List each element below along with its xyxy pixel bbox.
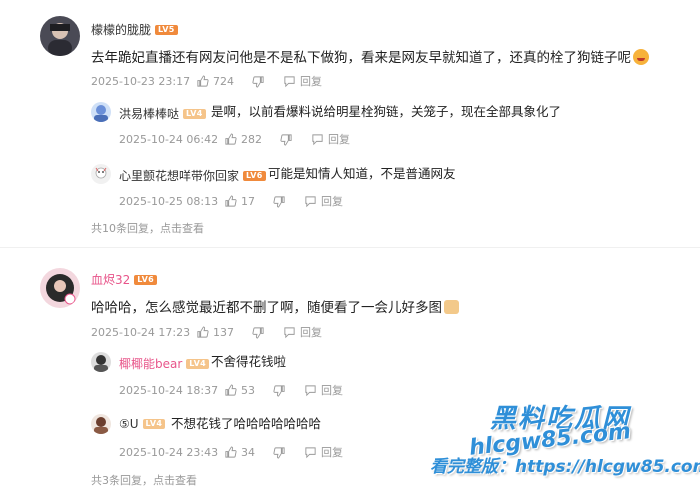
reply-text: 不想花钱了哈哈哈哈哈哈哈 bbox=[171, 416, 322, 431]
dislike-button[interactable] bbox=[273, 384, 286, 397]
reply-button[interactable]: 回复 bbox=[283, 73, 322, 89]
reply-meta: 2025-10-25 08:13 17 回复 bbox=[119, 193, 361, 209]
reply-header: 椰椰能bear LV4 bbox=[119, 355, 209, 372]
dislike-button[interactable] bbox=[252, 75, 265, 88]
emoji-icon bbox=[633, 49, 649, 65]
username[interactable]: 檬檬的胧胧 bbox=[91, 21, 151, 38]
dislike-button[interactable] bbox=[273, 195, 286, 208]
reply-icon bbox=[284, 326, 295, 338]
reply-text: 是啊，以前看爆料说给明星栓狗链，关笼子，现在全部具象化了 bbox=[211, 104, 562, 119]
reply-text: 可能是知情人知道，不是普通网友 bbox=[268, 166, 456, 181]
username[interactable]: 血烬32 bbox=[91, 271, 130, 288]
comment-header: 檬檬的胧胧 LV5 bbox=[91, 21, 178, 38]
avatar[interactable] bbox=[91, 102, 111, 122]
avatar[interactable] bbox=[91, 164, 111, 184]
reply-button[interactable]: 回复 bbox=[304, 444, 343, 460]
like-count: 17 bbox=[241, 194, 255, 208]
reply-icon bbox=[305, 384, 316, 396]
reply-header: ⑤U LV4 bbox=[119, 417, 166, 431]
level-badge: LV6 bbox=[243, 170, 266, 181]
reply-button[interactable]: 回复 bbox=[311, 131, 350, 147]
username[interactable]: 椰椰能bear bbox=[119, 355, 182, 372]
dislike-button[interactable] bbox=[273, 446, 286, 459]
cat-emoji-icon bbox=[444, 300, 459, 314]
reply-header: 心里颤花想咩带你回家 LV6 bbox=[119, 167, 266, 184]
like-button[interactable]: 34 bbox=[224, 446, 255, 459]
comment-text: 哈哈哈，怎么感觉最近都不删了啊，随便看了一会儿好多图 bbox=[91, 298, 459, 318]
dislike-icon bbox=[280, 133, 292, 146]
reply-meta: 2025-10-24 18:37 53 回复 bbox=[119, 382, 361, 398]
like-button[interactable]: 53 bbox=[224, 384, 255, 397]
dislike-icon bbox=[273, 195, 285, 208]
comment-header: 血烬32 LV6 bbox=[91, 271, 157, 288]
dislike-icon bbox=[273, 446, 285, 459]
level-badge: LV4 bbox=[142, 419, 166, 429]
dislike-icon bbox=[252, 75, 264, 88]
like-count: 53 bbox=[241, 383, 255, 397]
comment-meta: 2025-10-23 23:17 724 回复 bbox=[91, 73, 340, 89]
timestamp: 2025-10-23 23:17 bbox=[91, 74, 191, 88]
like-count: 724 bbox=[213, 74, 234, 88]
username[interactable]: 心里颤花想咩带你回家 bbox=[119, 167, 239, 184]
like-count: 34 bbox=[241, 445, 255, 459]
comment-body: 哈哈哈，怎么感觉最近都不删了啊，随便看了一会儿好多图 bbox=[91, 300, 442, 316]
reply-label: 回复 bbox=[300, 326, 322, 339]
like-icon bbox=[225, 194, 237, 207]
reply-button[interactable]: 回复 bbox=[304, 193, 343, 209]
timestamp: 2025-10-24 17:23 bbox=[91, 325, 191, 339]
comment-section: 檬檬的胧胧 LV5 去年跪妃直播还有网友问他是不是私下做狗，看来是网友早就知道了… bbox=[0, 0, 700, 500]
reply-label: 回复 bbox=[321, 446, 343, 459]
reply-icon bbox=[312, 133, 323, 145]
timestamp: 2025-10-24 23:43 bbox=[119, 445, 219, 459]
reply-label: 回复 bbox=[321, 384, 343, 397]
comment-body: 去年跪妃直播还有网友问他是不是私下做狗，看来是网友早就知道了，还真的栓了狗链子呢 bbox=[91, 50, 631, 66]
reply-meta: 2025-10-24 06:42 282 回复 bbox=[119, 131, 368, 147]
like-button[interactable]: 137 bbox=[196, 326, 234, 339]
view-more-replies[interactable]: 共10条回复，点击查看 bbox=[91, 220, 204, 236]
like-icon bbox=[197, 325, 209, 338]
reply-label: 回复 bbox=[300, 75, 322, 88]
divider bbox=[0, 247, 700, 248]
dislike-button[interactable] bbox=[252, 326, 265, 339]
avatar[interactable] bbox=[40, 16, 80, 56]
level-badge: LV4 bbox=[186, 358, 209, 369]
like-button[interactable]: 17 bbox=[224, 195, 255, 208]
like-icon bbox=[225, 132, 237, 145]
comment-meta: 2025-10-24 17:23 137 回复 bbox=[91, 324, 340, 340]
reply-header: 洪易棒棒哒 LV4 bbox=[119, 105, 206, 122]
like-button[interactable]: 724 bbox=[196, 75, 234, 88]
timestamp: 2025-10-25 08:13 bbox=[119, 194, 219, 208]
comment-text: 去年跪妃直播还有网友问他是不是私下做狗，看来是网友早就知道了，还真的栓了狗链子呢 bbox=[91, 48, 649, 68]
timestamp: 2025-10-24 06:42 bbox=[119, 132, 219, 146]
like-icon bbox=[225, 445, 237, 458]
reply-label: 回复 bbox=[321, 195, 343, 208]
username[interactable]: ⑤U bbox=[119, 417, 139, 431]
like-button[interactable]: 282 bbox=[224, 133, 262, 146]
avatar[interactable] bbox=[91, 414, 111, 434]
dislike-icon bbox=[273, 384, 285, 397]
dislike-button[interactable] bbox=[280, 133, 293, 146]
level-badge: LV4 bbox=[183, 108, 206, 119]
like-count: 282 bbox=[241, 132, 262, 146]
avatar[interactable] bbox=[40, 268, 80, 308]
reply-text: 不舍得花钱啦 bbox=[211, 354, 287, 369]
timestamp: 2025-10-24 18:37 bbox=[119, 383, 219, 397]
reply-icon bbox=[284, 75, 295, 87]
reply-label: 回复 bbox=[328, 133, 350, 146]
reply-button[interactable]: 回复 bbox=[283, 324, 322, 340]
dislike-icon bbox=[252, 326, 264, 339]
like-count: 137 bbox=[213, 325, 234, 339]
reply-meta: 2025-10-24 23:43 34 回复 bbox=[119, 444, 361, 460]
view-more-replies[interactable]: 共3条回复，点击查看 bbox=[91, 472, 197, 488]
watermark-url: 看完整版：https://hlcgw85.com bbox=[430, 457, 700, 477]
level-badge: LV6 bbox=[134, 274, 157, 285]
username[interactable]: 洪易棒棒哒 bbox=[119, 105, 179, 122]
like-icon bbox=[225, 383, 237, 396]
like-icon bbox=[197, 74, 209, 87]
avatar[interactable] bbox=[91, 352, 111, 372]
reply-button[interactable]: 回复 bbox=[304, 382, 343, 398]
level-badge: LV5 bbox=[155, 24, 178, 35]
reply-icon bbox=[305, 446, 316, 458]
reply-icon bbox=[305, 195, 316, 207]
